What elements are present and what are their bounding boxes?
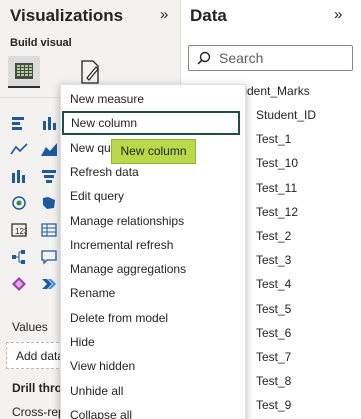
field-label: Test_6: [256, 325, 292, 340]
collapse-visualizations-icon[interactable]: »: [160, 6, 168, 23]
area-chart-icon[interactable]: [38, 138, 60, 160]
search-input[interactable]: Search: [188, 45, 353, 71]
collapse-data-icon[interactable]: »: [334, 6, 342, 23]
stacked-column-chart-icon[interactable]: [38, 112, 60, 134]
menu-item-hide[interactable]: Hide: [61, 330, 247, 354]
menu-item-delete-from-model[interactable]: Delete from model: [61, 306, 247, 330]
menu-item-new-measure[interactable]: New measure: [61, 87, 247, 111]
power-automate-icon[interactable]: [38, 273, 60, 295]
svg-text:123: 123: [15, 227, 27, 236]
stacked-bar-chart-icon[interactable]: [8, 112, 30, 134]
power-apps-icon[interactable]: [8, 273, 30, 295]
field-label: Test_2: [256, 229, 292, 243]
search-icon: [197, 51, 211, 65]
field-label: Test_8: [256, 374, 292, 389]
field-label: Test_3: [256, 253, 292, 268]
menu-item-new-column[interactable]: New column: [62, 111, 240, 136]
field-label: Test_1: [256, 132, 292, 147]
data-title: Data: [190, 6, 227, 25]
funnel-chart-icon[interactable]: [38, 165, 60, 187]
field-label: Test_4: [256, 277, 292, 292]
menu-item-manage-relationships[interactable]: Manage relationships: [61, 209, 247, 233]
filled-map-icon[interactable]: [38, 192, 60, 214]
add-data-field-well[interactable]: Add data: [6, 342, 64, 369]
menu-item-view-hidden[interactable]: View hidden: [61, 354, 247, 378]
field-label: Test_5: [256, 301, 292, 316]
card-icon[interactable]: 123: [8, 219, 30, 241]
decomposition-tree-icon[interactable]: [8, 246, 30, 268]
build-visual-label: Build visual: [10, 37, 72, 49]
menu-item-manage-aggregations[interactable]: Manage aggregations: [61, 257, 247, 281]
ribbon-chart-icon[interactable]: [8, 165, 30, 187]
field-label: Test_10: [256, 156, 299, 171]
field-label: Test_12: [256, 204, 299, 219]
field-label: Test_11: [256, 180, 298, 195]
map-icon[interactable]: [8, 192, 30, 214]
menu-item-rename[interactable]: Rename: [61, 281, 247, 305]
field-label: Student_ID: [256, 108, 317, 122]
menu-item-unhide-all[interactable]: Unhide all: [61, 379, 247, 403]
values-label: Values: [12, 320, 48, 334]
context-menu: New measureNew columnNew quick measureRe…: [60, 84, 246, 419]
tooltip: New column: [111, 139, 196, 164]
cross-report-label: Cross-report: [12, 405, 62, 419]
menu-item-collapse-all[interactable]: Collapse all: [61, 403, 247, 419]
drill-through-label: Drill through: [12, 381, 62, 395]
search-placeholder: Search: [219, 50, 264, 66]
smart-narrative-icon[interactable]: [38, 246, 60, 268]
menu-item-incremental-refresh[interactable]: Incremental refresh: [61, 233, 247, 257]
line-chart-icon[interactable]: [8, 138, 30, 160]
build-visual-icon[interactable]: [8, 56, 40, 88]
table-visual-icon[interactable]: [38, 219, 60, 241]
field-label: Test_7: [256, 350, 292, 364]
field-label: Test_9: [256, 398, 292, 413]
visualizations-title: Visualizations: [10, 6, 124, 25]
menu-item-edit-query[interactable]: Edit query: [61, 184, 247, 208]
